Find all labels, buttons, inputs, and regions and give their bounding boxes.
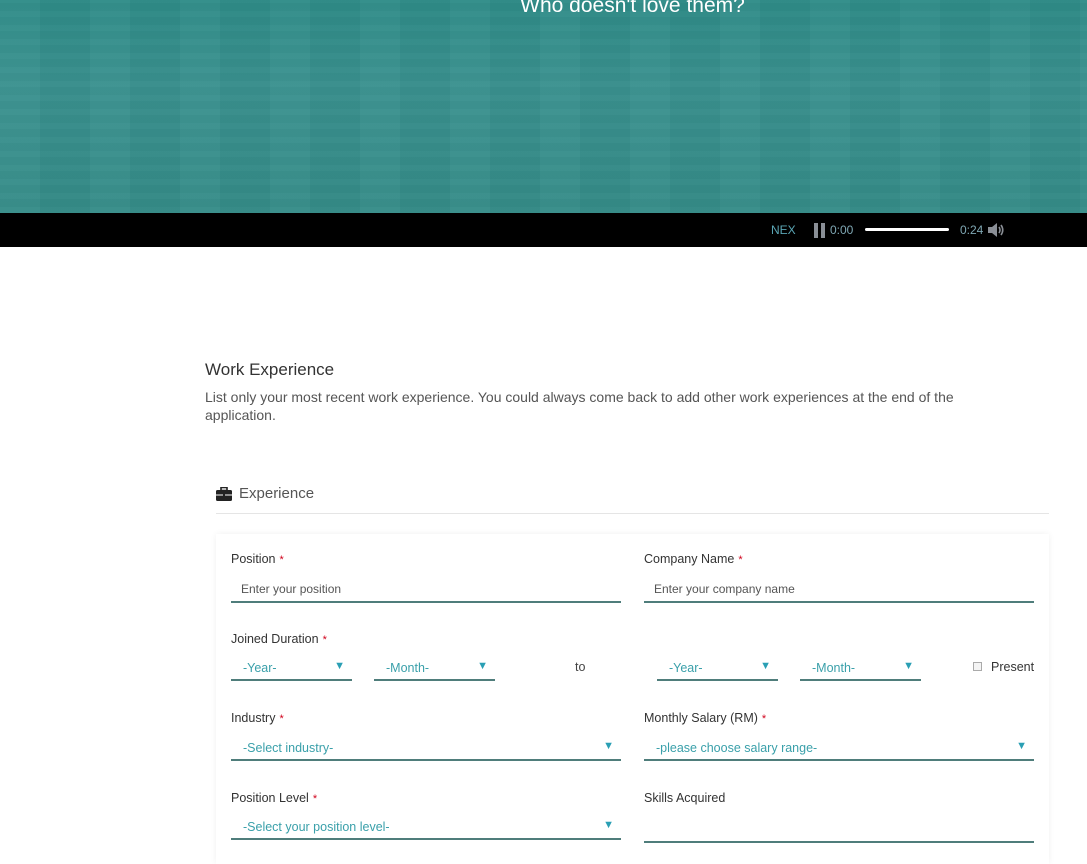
salary-label: Monthly Salary (RM) * [644,711,767,725]
from-month-select[interactable]: -Month- ▼ [374,657,495,681]
experience-panel-header: Experience [216,485,1049,514]
caret-down-icon: ▼ [603,740,614,752]
to-year-select[interactable]: -Year- ▼ [657,657,778,681]
video-caption: Who doesn't love them? [520,0,745,17]
position-field[interactable] [231,577,621,603]
present-label: Present [991,660,1035,674]
company-label: Company Name * [644,552,743,566]
section-description: List only your most recent work experien… [205,389,954,423]
position-input[interactable] [231,577,621,601]
company-field[interactable] [644,577,1034,603]
caret-down-icon: ▼ [334,660,345,672]
video-controls: NEX 0:00 0:24 [0,213,1087,247]
present-checkbox[interactable] [973,662,982,671]
panel-title: Experience [239,485,315,502]
current-time: 0:00 [830,223,854,237]
skills-field[interactable] [644,816,1034,843]
caret-down-icon: ▼ [760,660,771,672]
caret-down-icon: ▼ [603,819,614,831]
to-month-select[interactable]: -Month- ▼ [800,657,921,681]
volume-icon[interactable] [987,222,1005,238]
from-year-select[interactable]: -Year- ▼ [231,657,352,681]
to-label: to [575,660,586,674]
section-title: Work Experience [205,360,335,379]
salary-select[interactable]: -please choose salary range- ▼ [644,737,1034,761]
industry-select[interactable]: -Select industry- ▼ [231,737,621,761]
progress-bar[interactable] [865,228,949,231]
video-frame[interactable]: Who doesn't love them? [0,0,1087,213]
position-label: Position * [231,552,284,566]
briefcase-icon [216,487,232,501]
duration-label: Joined Duration * [231,632,327,646]
skills-input[interactable] [644,816,1034,840]
caret-down-icon: ▼ [1016,740,1027,752]
pause-icon[interactable] [814,223,826,238]
position-level-label: Position Level * [231,791,318,805]
skills-label: Skills Acquired [644,791,726,805]
company-input[interactable] [644,577,1034,601]
caret-down-icon: ▼ [477,660,488,672]
next-button[interactable]: NEX [771,223,796,237]
duration-time: 0:24 [960,223,984,237]
industry-label: Industry * [231,711,284,725]
position-level-select[interactable]: -Select your position level- ▼ [231,816,621,840]
caret-down-icon: ▼ [903,660,914,672]
